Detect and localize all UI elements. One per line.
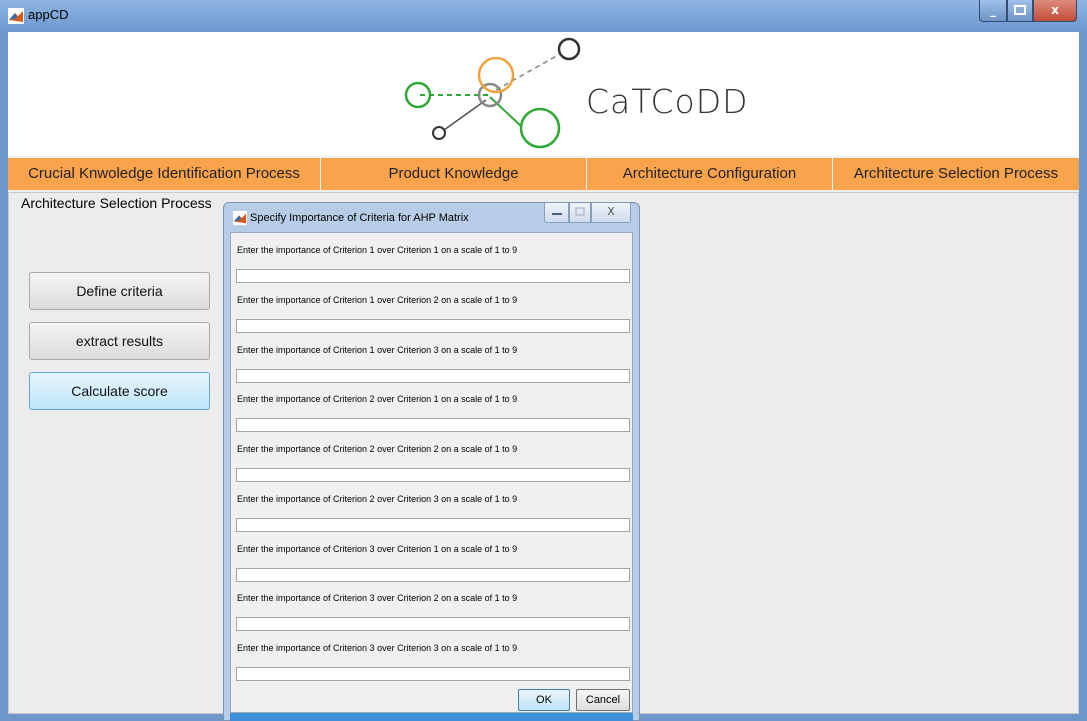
criterion-prompt: Enter the importance of Criterion 2 over…	[237, 444, 518, 454]
criterion-input[interactable]	[236, 369, 630, 383]
criterion-input[interactable]	[236, 617, 630, 631]
criterion-prompt: Enter the importance of Criterion 3 over…	[237, 544, 518, 554]
criterion-prompt: Enter the importance of Criterion 1 over…	[237, 245, 518, 255]
header-banner: CaTCoDD	[8, 32, 1079, 156]
close-icon: X	[607, 205, 615, 218]
extract-results-button[interactable]: extract results	[29, 322, 210, 360]
tab-product-knowledge[interactable]: Product Knowledge	[321, 158, 587, 190]
calculate-score-button[interactable]: Calculate score	[29, 372, 210, 410]
criterion-prompt: Enter the importance of Criterion 1 over…	[237, 345, 518, 355]
minimize-icon: _	[990, 3, 996, 17]
criterion-prompt: Enter the importance of Criterion 2 over…	[237, 394, 518, 404]
dialog-minimize-button[interactable]	[544, 203, 569, 223]
main-tabs: Crucial Knwoledge Identification Process…	[8, 158, 1079, 190]
catcodd-logo	[404, 37, 581, 149]
brand-title: CaTCoDD	[586, 82, 749, 121]
window-controls: _ x	[979, 0, 1077, 22]
maximize-icon	[1014, 5, 1026, 15]
dialog-bottom-bar	[230, 713, 633, 721]
criterion-prompt: Enter the importance of Criterion 3 over…	[237, 593, 518, 603]
minimize-icon	[551, 213, 562, 215]
maximize-icon	[575, 207, 585, 216]
criterion-prompt: Enter the importance of Criterion 2 over…	[237, 494, 518, 504]
title-bar[interactable]: appCD _ x	[0, 0, 1087, 32]
dialog-controls: X	[544, 203, 631, 223]
criterion-input[interactable]	[236, 568, 630, 582]
minimize-button[interactable]: _	[979, 0, 1007, 22]
ahp-criteria-dialog: Specify Importance of Criteria for AHP M…	[223, 202, 640, 721]
ok-button[interactable]: OK	[518, 689, 570, 711]
close-icon: x	[1051, 3, 1059, 17]
criterion-input[interactable]	[236, 319, 630, 333]
criterion-input[interactable]	[236, 269, 630, 283]
criterion-prompt: Enter the importance of Criterion 1 over…	[237, 295, 518, 305]
criterion-input[interactable]	[236, 418, 630, 432]
panel-title: Architecture Selection Process	[21, 195, 212, 211]
criterion-input[interactable]	[236, 518, 630, 532]
close-button[interactable]: x	[1033, 0, 1077, 22]
cancel-button[interactable]: Cancel	[576, 689, 630, 711]
criterion-input[interactable]	[236, 468, 630, 482]
tab-architecture-selection[interactable]: Architecture Selection Process	[833, 158, 1079, 190]
dialog-body: Enter the importance of Criterion 1 over…	[230, 232, 633, 713]
matlab-icon	[8, 8, 24, 24]
criterion-input[interactable]	[236, 667, 630, 681]
dialog-close-button[interactable]: X	[591, 203, 631, 223]
tab-crucial-knowledge[interactable]: Crucial Knwoledge Identification Process	[8, 158, 321, 190]
window-title: appCD	[28, 7, 69, 22]
dialog-maximize-button[interactable]	[569, 203, 591, 223]
criterion-prompt: Enter the importance of Criterion 3 over…	[237, 643, 518, 653]
dialog-title: Specify Importance of Criteria for AHP M…	[250, 212, 469, 224]
matlab-icon	[233, 211, 247, 225]
define-criteria-button[interactable]: Define criteria	[29, 272, 210, 310]
maximize-button[interactable]	[1007, 0, 1033, 22]
app-window: appCD _ x CaTCoDD Crucial Knwoledge Iden…	[0, 0, 1087, 721]
tab-architecture-configuration[interactable]: Architecture Configuration	[587, 158, 833, 190]
